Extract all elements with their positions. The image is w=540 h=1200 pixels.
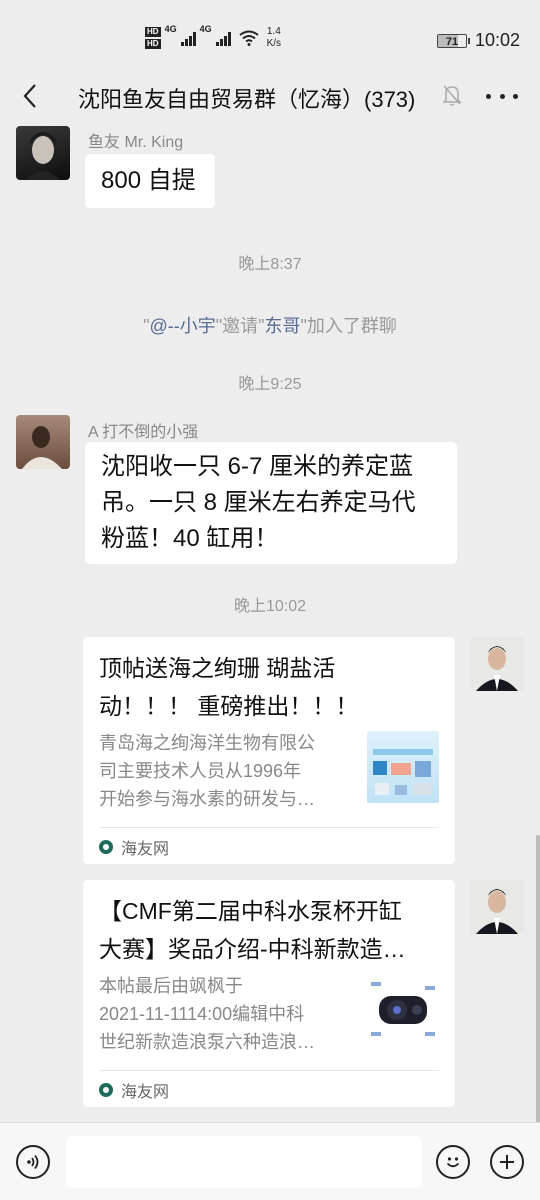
chat-area[interactable]: 鱼友 Mr. King 800 自提 晚上8:37 "@--小宇"邀请"东哥"加… [0, 122, 540, 1122]
signal-icon [180, 30, 196, 46]
timestamp: 晚上8:37 [238, 256, 302, 273]
status-bar: HD HD 4G 4G 1.4 K/s 71 10:02 [0, 0, 540, 70]
user-link-dongge[interactable]: 东哥 [265, 316, 301, 336]
voice-icon [27, 1154, 39, 1170]
card-divider [99, 1070, 439, 1071]
link-card[interactable]: 顶帖送海之绚珊 瑚盐活 动！！！ 重磅推出！！！ 青岛海之绚海洋生物有限公 司主… [83, 637, 455, 864]
smiley-icon [446, 1157, 460, 1168]
status-right: 71 10:02 [436, 30, 520, 51]
timestamp: 晚上9:25 [238, 376, 302, 393]
battery-level: 71 [445, 35, 459, 48]
network-speed: 1.4 K/s [267, 26, 281, 50]
message-text: 800 自提 [101, 167, 196, 194]
dot-icon [499, 93, 505, 99]
card-title-line: 顶帖送海之绚珊 瑚盐活 [99, 655, 336, 681]
hd-badge-1: HD [145, 27, 161, 37]
sys-invited: "邀请" [215, 316, 265, 336]
card-source-name: 海友网 [121, 841, 170, 858]
card-source: 海友网 [99, 1078, 169, 1102]
voice-button[interactable] [16, 1145, 50, 1179]
card-thumbnail [367, 731, 439, 803]
battery-icon: 71 [436, 33, 470, 48]
timestamp: 晚上10:02 [233, 598, 307, 615]
plus-icon [500, 1155, 514, 1169]
chat-title: 沈阳鱼友自由贸易群（忆海）(373) [78, 87, 416, 112]
hd-badges: HD HD [145, 27, 161, 49]
source-logo-icon [99, 840, 113, 854]
sender-name: A 打不倒的小强 [88, 424, 199, 441]
card-desc-line: 2021-11-1114:00编辑中科 [99, 1004, 305, 1024]
card-title-line: 【CMF第二届中科水泵杯开缸 [99, 898, 402, 924]
card-title: 【CMF第二届中科水泵杯开缸 大赛】奖品介绍-中科新款造… [99, 892, 439, 968]
avatar-xiaoqiang[interactable] [16, 415, 70, 469]
network-type-2: 4G [199, 24, 212, 34]
mute-icon [442, 84, 462, 111]
card-thumbnail [367, 974, 439, 1046]
input-bar [0, 1122, 540, 1200]
card-title: 顶帖送海之绚珊 瑚盐活 动！！！ 重磅推出！！！ [99, 649, 439, 725]
back-arrow-icon [23, 84, 36, 108]
sender-name: 鱼友 Mr. King [88, 134, 184, 151]
dot-icon [486, 93, 491, 99]
message-line: 粉蓝！40 缸用！ [101, 525, 279, 552]
wifi-icon [238, 30, 259, 46]
user-link-xiaoyu[interactable]: @--小宇 [149, 316, 215, 336]
speed-value: 1.4 [266, 26, 281, 37]
system-message: "@--小宇"邀请"东哥"加入了群聊 [0, 312, 540, 338]
card-title-line: 动！！！ 重磅推出！！！ [99, 693, 359, 719]
card-source: 海友网 [99, 835, 169, 859]
message-line: 沈阳收一只 6-7 厘米的养定蓝 [101, 453, 414, 480]
link-card[interactable]: 【CMF第二届中科水泵杯开缸 大赛】奖品介绍-中科新款造… 本帖最后由飒枫于 2… [83, 880, 455, 1107]
dot-icon [513, 93, 518, 99]
signal-icon-2 [215, 30, 231, 46]
more-functions-button[interactable] [490, 1145, 524, 1179]
source-logo-icon [99, 1083, 113, 1097]
message-bubble[interactable]: 800 自提 [85, 154, 215, 208]
scrollbar[interactable] [536, 835, 540, 1125]
clock: 10:02 [474, 30, 520, 50]
card-divider [99, 827, 439, 828]
network-type-1: 4G [164, 24, 177, 34]
sys-joined: "加入了群聊 [300, 316, 397, 336]
card-desc-line: 开始参与海水素的研发与… [99, 789, 315, 809]
avatar-mr-king[interactable] [16, 126, 70, 180]
card-title-line: 大赛】奖品介绍-中科新款造… [99, 936, 406, 962]
card-desc-line: 世纪新款造浪泵六种造浪… [99, 1032, 315, 1052]
chat-header: 沈阳鱼友自由贸易群（忆海）(373) [0, 70, 540, 122]
emoji-button[interactable] [436, 1145, 470, 1179]
message-bubble[interactable]: 沈阳收一只 6-7 厘米的养定蓝 吊。一只 8 厘米左右养定马代 粉蓝！40 缸… [85, 442, 457, 564]
more-options-button[interactable] [486, 84, 518, 108]
card-description: 青岛海之绚海洋生物有限公 司主要技术人员从1996年 开始参与海水素的研发与… [99, 729, 349, 813]
card-desc-line: 青岛海之绚海洋生物有限公 [99, 733, 315, 753]
card-source-name: 海友网 [121, 1084, 170, 1101]
hd-badge-2: HD [145, 39, 161, 49]
card-desc-line: 本帖最后由飒枫于 [99, 976, 243, 996]
message-input[interactable] [66, 1136, 422, 1188]
card-desc-line: 司主要技术人员从1996年 [99, 761, 302, 781]
avatar-self[interactable] [470, 880, 524, 934]
speed-unit: K/s [266, 38, 282, 49]
back-button[interactable] [14, 80, 46, 112]
avatar-self[interactable] [470, 637, 524, 691]
status-icons: HD HD 4G 4G 1.4 K/s [145, 24, 281, 50]
message-line: 吊。一只 8 厘米左右养定马代 [101, 489, 416, 516]
card-description: 本帖最后由飒枫于 2021-11-1114:00编辑中科 世纪新款造浪泵六种造浪… [99, 972, 349, 1056]
